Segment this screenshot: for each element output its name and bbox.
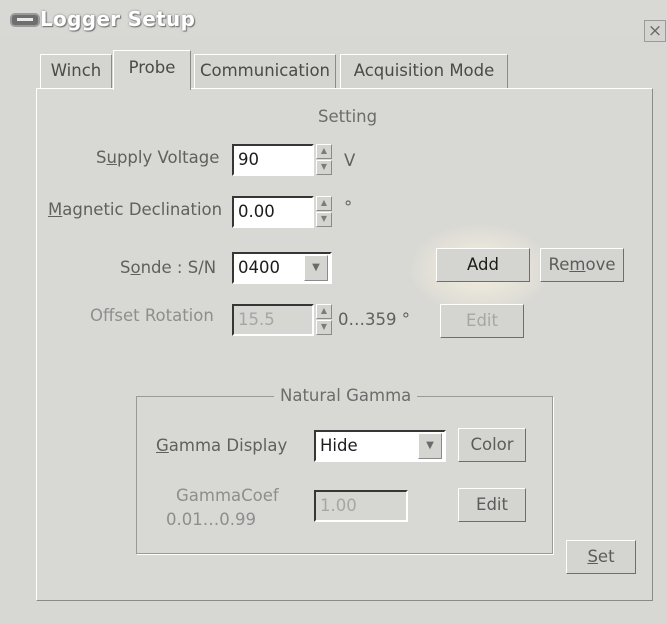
offset-rotation-field: 15.5 bbox=[232, 304, 314, 336]
sonde-sn-value: 0400 bbox=[238, 258, 280, 277]
spin-up-icon[interactable]: ▲ bbox=[316, 196, 332, 211]
window-title: Logger Setup bbox=[40, 7, 196, 31]
tab-probe[interactable]: Probe bbox=[113, 50, 191, 90]
offset-rotation-label: Offset Rotation bbox=[90, 306, 214, 325]
spin-down-icon: ▼ bbox=[316, 320, 332, 335]
supply-voltage-spinner[interactable]: ▲ ▼ bbox=[316, 144, 332, 176]
gamma-color-button[interactable]: Color bbox=[458, 428, 526, 462]
supply-voltage-field[interactable]: 90 bbox=[232, 144, 314, 176]
natural-gamma-group bbox=[136, 396, 553, 554]
add-button[interactable]: Add bbox=[436, 248, 530, 282]
spin-up-icon[interactable]: ▲ bbox=[316, 144, 332, 159]
sonde-sn-label: Sonde : S/N bbox=[120, 258, 217, 277]
gamma-display-label: Gamma Display bbox=[156, 436, 288, 455]
offset-rotation-range: 0…359 ° bbox=[338, 310, 410, 329]
gamma-coef-field: 1.00 bbox=[314, 490, 408, 522]
magnetic-declination-label: Magnetic Declination bbox=[48, 200, 223, 219]
gamma-coef-edit-button[interactable]: Edit bbox=[458, 488, 526, 522]
set-button[interactable]: Set bbox=[566, 540, 636, 574]
gamma-coef-label: GammaCoef bbox=[176, 486, 279, 505]
magnetic-declination-field[interactable]: 0.00 bbox=[232, 196, 314, 228]
magnetic-declination-spinner[interactable]: ▲ ▼ bbox=[316, 196, 332, 228]
gamma-display-value: Hide bbox=[320, 436, 358, 455]
close-button[interactable]: × bbox=[644, 20, 666, 42]
tab-communication[interactable]: Communication bbox=[194, 54, 336, 88]
magnetic-declination-unit: ° bbox=[344, 198, 353, 217]
spin-up-icon: ▲ bbox=[316, 304, 332, 319]
offset-edit-button: Edit bbox=[440, 304, 524, 338]
logger-app-icon bbox=[10, 13, 40, 27]
chevron-down-icon[interactable]: ▼ bbox=[418, 433, 442, 459]
supply-voltage-unit: V bbox=[344, 151, 356, 170]
setting-section-title: Setting bbox=[318, 107, 378, 126]
tab-winch[interactable]: Winch bbox=[40, 54, 112, 88]
gamma-coef-range: 0.01…0.99 bbox=[166, 510, 256, 529]
spin-down-icon[interactable]: ▼ bbox=[316, 212, 332, 227]
spin-down-icon[interactable]: ▼ bbox=[316, 160, 332, 175]
natural-gamma-title: Natural Gamma bbox=[274, 386, 418, 405]
supply-voltage-label: Supply Voltage bbox=[96, 148, 220, 167]
remove-button[interactable]: Remove bbox=[540, 248, 624, 282]
offset-rotation-spinner: ▲ ▼ bbox=[316, 304, 332, 336]
tab-acquisition-mode[interactable]: Acquisition Mode bbox=[340, 54, 508, 88]
chevron-down-icon[interactable]: ▼ bbox=[304, 255, 328, 281]
